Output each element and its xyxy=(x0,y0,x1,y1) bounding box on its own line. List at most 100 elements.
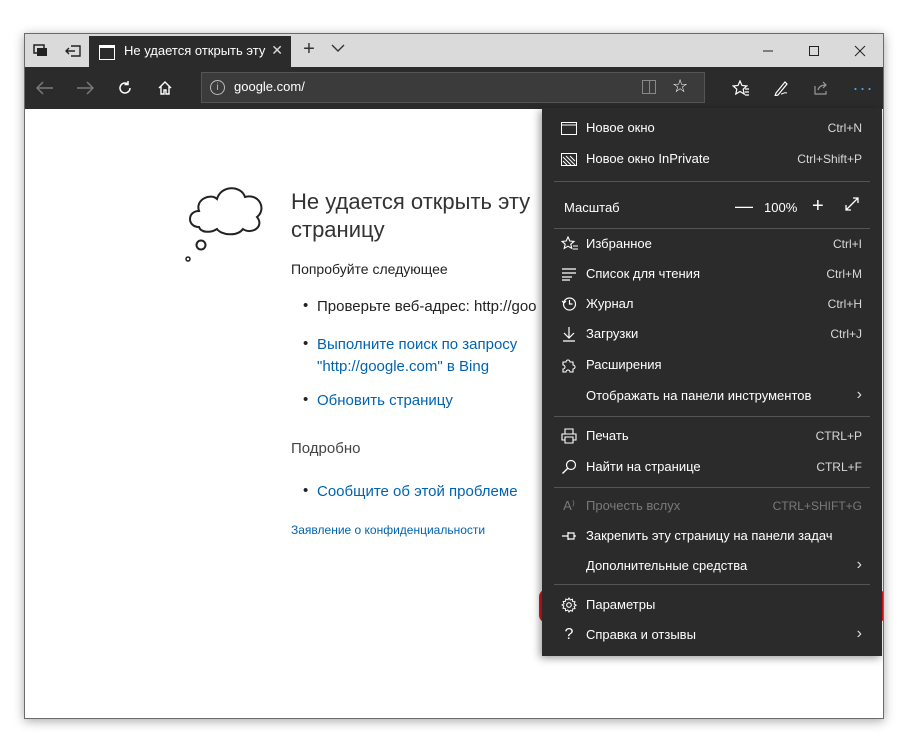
menu-label: Новое окно xyxy=(586,120,655,135)
set-tabs-aside-icon[interactable] xyxy=(57,34,89,67)
menu-item-pin-taskbar[interactable]: Закрепить эту страницу на панели задач xyxy=(542,521,882,551)
privacy-statement-link[interactable]: Заявление о конфиденциальности xyxy=(291,523,485,537)
zoom-out-button[interactable]: — xyxy=(735,196,753,217)
menu-item-downloads[interactable]: Загрузки Ctrl+J xyxy=(542,319,882,349)
try-heading: Попробуйте следующее xyxy=(291,261,448,277)
error-title: Не удается открыть эту страницу xyxy=(291,189,531,242)
address-bar[interactable]: i google.com/ ☆ xyxy=(201,72,705,103)
menu-label: Прочесть вслух xyxy=(586,498,681,513)
menu-label: Журнал xyxy=(586,296,634,311)
close-window-button[interactable] xyxy=(837,34,883,67)
refresh-button[interactable] xyxy=(105,67,145,109)
menu-item-favorites[interactable]: Избранное Ctrl+I xyxy=(542,229,882,259)
reading-view-icon[interactable] xyxy=(642,80,656,94)
zoom-in-button[interactable]: + xyxy=(812,195,824,218)
search-icon xyxy=(560,458,578,476)
menu-label: Параметры xyxy=(586,597,656,612)
menu-item-show-in-toolbar[interactable]: Отображать на панели инструментов › xyxy=(542,381,882,411)
menu-item-new-window[interactable]: Новое окно Ctrl+N xyxy=(542,113,882,143)
more-info-heading: Подробно xyxy=(291,440,361,457)
pin-icon xyxy=(560,527,578,545)
menu-label: Отображать на панели инструментов xyxy=(586,388,812,403)
read-aloud-icon: A⁾ xyxy=(563,498,575,513)
menu-shortcut: Ctrl+M xyxy=(826,267,862,281)
menu-shortcut: CTRL+F xyxy=(816,460,862,474)
menu-shortcut: CTRL+SHIFT+G xyxy=(772,499,862,513)
menu-shortcut: Ctrl+I xyxy=(832,237,862,251)
menu-shortcut: Ctrl+J xyxy=(830,327,862,341)
search-bing-link-line1[interactable]: Выполните поиск по запросу xyxy=(317,334,517,356)
help-icon: ? xyxy=(564,626,574,643)
menu-item-read-aloud[interactable]: A⁾ Прочесть вслух CTRL+SHIFT+G xyxy=(542,491,882,521)
forward-button[interactable] xyxy=(65,67,105,109)
inprivate-icon xyxy=(560,150,578,168)
menu-label: Новое окно InPrivate xyxy=(586,151,710,166)
page-icon xyxy=(99,45,115,60)
menu-label: Избранное xyxy=(586,236,652,251)
menu-divider xyxy=(554,487,870,488)
window-icon xyxy=(560,119,578,137)
menu-shortcut: Ctrl+Shift+P xyxy=(797,152,862,166)
menu-item-settings[interactable]: Параметры xyxy=(542,590,882,620)
zoom-row: Масштаб — 100% + xyxy=(542,191,882,225)
menu-item-extensions[interactable]: Расширения xyxy=(542,350,882,380)
bullet: • xyxy=(303,482,309,499)
more-actions-menu: Новое окно Ctrl+N Новое окно InPrivate C… xyxy=(542,108,882,656)
bullet: • xyxy=(303,297,309,314)
reading-list-icon xyxy=(560,265,578,283)
menu-item-history[interactable]: Журнал Ctrl+H xyxy=(542,289,882,319)
report-problem-link[interactable]: Сообщите об этой проблеме xyxy=(317,481,518,503)
info-icon[interactable]: i xyxy=(210,80,225,95)
menu-item-print[interactable]: Печать CTRL+P xyxy=(542,421,882,451)
menu-divider xyxy=(554,181,870,182)
chevron-right-icon: › xyxy=(856,625,862,642)
gear-icon xyxy=(560,596,578,614)
menu-label: Загрузки xyxy=(586,326,639,341)
url-text[interactable]: google.com/ xyxy=(234,79,305,94)
menu-item-reading-list[interactable]: Список для чтения Ctrl+M xyxy=(542,259,882,289)
favorites-icon xyxy=(560,235,578,253)
fullscreen-icon[interactable] xyxy=(845,197,859,215)
menu-label: Расширения xyxy=(586,357,662,372)
menu-item-find[interactable]: Найти на странице CTRL+F xyxy=(542,452,882,482)
menu-label: Справка и отзывы xyxy=(586,627,696,642)
menu-divider xyxy=(554,416,870,417)
menu-shortcut: CTRL+P xyxy=(815,429,862,443)
menu-label: Печать xyxy=(586,428,629,443)
download-icon xyxy=(560,325,578,343)
share-icon[interactable] xyxy=(801,67,841,109)
home-button[interactable] xyxy=(145,67,185,109)
favorites-hub-icon[interactable] xyxy=(721,67,761,109)
check-address-text: Проверьте веб-адрес: http://goo xyxy=(317,298,537,315)
new-tab-button[interactable]: + xyxy=(297,38,321,61)
favorite-star-icon[interactable]: ☆ xyxy=(672,76,688,97)
menu-label: Закрепить эту страницу на панели задач xyxy=(586,528,833,543)
pen-icon[interactable] xyxy=(761,67,801,109)
tab-close-icon[interactable]: ✕ xyxy=(271,42,283,59)
chevron-down-icon[interactable] xyxy=(330,40,346,56)
tab-preview-icon[interactable] xyxy=(25,34,57,67)
menu-item-help[interactable]: ? Справка и отзывы › xyxy=(542,620,882,650)
menu-item-more-tools[interactable]: Дополнительные средства › xyxy=(542,551,882,581)
menu-shortcut: Ctrl+H xyxy=(827,297,862,311)
bullet: • xyxy=(303,391,309,408)
tab-title: Не удается открыть эту xyxy=(124,43,266,58)
chevron-right-icon: › xyxy=(856,386,862,403)
menu-item-new-inprivate[interactable]: Новое окно InPrivate Ctrl+Shift+P xyxy=(542,144,882,174)
search-bing-link-line2[interactable]: "http://google.com" в Bing xyxy=(317,356,489,378)
minimize-button[interactable] xyxy=(745,34,791,67)
bullet: • xyxy=(303,335,309,352)
menu-divider xyxy=(554,584,870,585)
zoom-label: Масштаб xyxy=(564,200,620,215)
menu-shortcut: Ctrl+N xyxy=(827,121,862,135)
active-tab[interactable]: Не удается открыть эту ✕ xyxy=(89,36,291,67)
puzzle-icon xyxy=(560,356,578,374)
navigation-toolbar: i google.com/ ☆ ··· xyxy=(25,67,883,109)
printer-icon xyxy=(560,427,578,445)
more-menu-button[interactable]: ··· xyxy=(843,67,883,109)
maximize-button[interactable] xyxy=(791,34,837,67)
menu-label: Дополнительные средства xyxy=(586,558,748,573)
back-button[interactable] xyxy=(25,67,65,109)
thought-cloud-icon xyxy=(185,187,263,262)
refresh-page-link[interactable]: Обновить страницу xyxy=(317,390,453,412)
